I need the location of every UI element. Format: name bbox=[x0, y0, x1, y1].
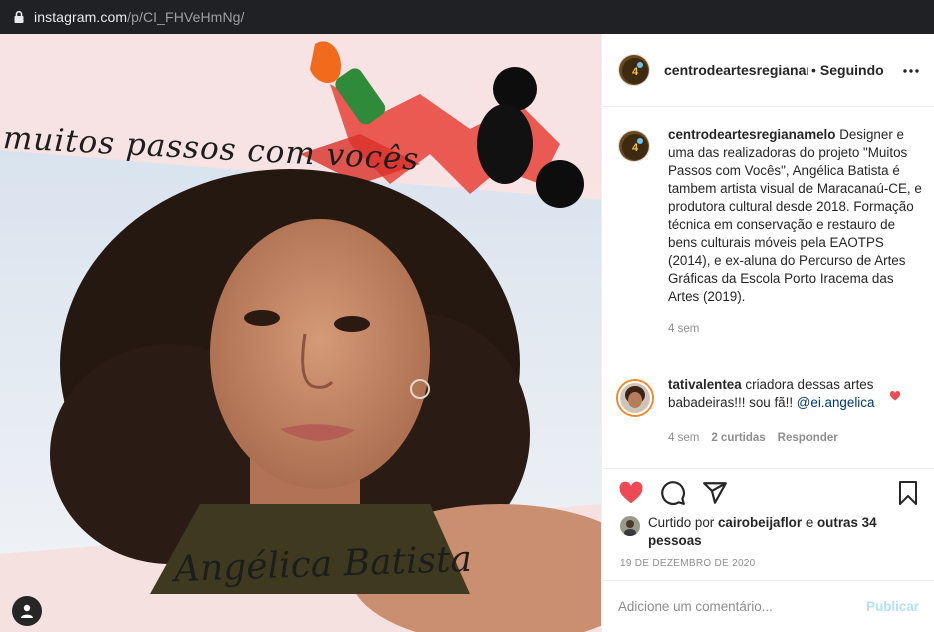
comment-input[interactable] bbox=[618, 599, 859, 614]
separator-dot: • bbox=[811, 62, 816, 78]
likes-text: Curtido por cairobeijaflor e outras 34 p… bbox=[648, 514, 878, 550]
post-details-panel: 4 centrodeartesregianam • Seguindo 4 cen… bbox=[601, 34, 934, 632]
likes-prefix: Curtido por bbox=[648, 515, 715, 530]
avatar[interactable]: 4 bbox=[618, 130, 650, 162]
avatar[interactable] bbox=[620, 516, 640, 536]
post-date[interactable]: 19 DE DEZEMBRO DE 2020 bbox=[620, 558, 756, 569]
share-icon[interactable] bbox=[702, 480, 728, 506]
post-header: 4 centrodeartesregianam • Seguindo bbox=[602, 34, 934, 107]
heart-icon[interactable] bbox=[889, 390, 901, 402]
post-caption: 4 centrodeartesregianamelo Designer e um… bbox=[618, 126, 923, 338]
url-text[interactable]: instagram.com/p/CI_FHVeHmNg/ bbox=[34, 9, 245, 25]
comment-body: tativalentea criadora dessas artes babad… bbox=[668, 376, 878, 415]
comment-item: tativalentea criadora dessas artes babad… bbox=[618, 376, 923, 415]
post-image[interactable]: muitos passos com vocês Angélica Batista bbox=[0, 34, 601, 632]
svg-text:4: 4 bbox=[632, 142, 639, 154]
following-button[interactable]: Seguindo bbox=[820, 62, 884, 78]
add-comment-box: Publicar bbox=[602, 580, 934, 632]
avatar[interactable] bbox=[618, 381, 652, 415]
heart-icon[interactable] bbox=[618, 480, 644, 506]
comment-likes[interactable]: 2 curtidas bbox=[711, 432, 765, 444]
commenter-avatar-icon bbox=[620, 383, 650, 413]
liker-avatar-icon bbox=[620, 516, 640, 536]
caption-text: Designer e uma das realizadoras do proje… bbox=[668, 127, 922, 304]
caption-username[interactable]: centrodeartesregianamelo bbox=[668, 127, 835, 142]
comment-icon[interactable] bbox=[660, 480, 686, 506]
comment-time[interactable]: 4 sem bbox=[668, 432, 699, 444]
caption-body: centrodeartesregianamelo Designer e uma … bbox=[668, 126, 923, 338]
comment-actions: 4 sem 2 curtidas Responder bbox=[668, 432, 838, 444]
divider bbox=[602, 468, 934, 469]
account-logo-icon: 4 bbox=[619, 55, 649, 85]
comment-username[interactable]: tativalentea bbox=[668, 377, 742, 392]
post-actions bbox=[618, 480, 728, 506]
post-author-username[interactable]: centrodeartesregianam bbox=[664, 62, 808, 78]
more-options-icon[interactable] bbox=[903, 64, 919, 78]
reply-button[interactable]: Responder bbox=[778, 432, 838, 444]
publish-button[interactable]: Publicar bbox=[866, 599, 919, 614]
caption-time[interactable]: 4 sem bbox=[668, 320, 923, 338]
account-logo-icon: 4 bbox=[619, 131, 649, 161]
avatar[interactable]: 4 bbox=[618, 54, 650, 86]
likes-connector: e bbox=[805, 515, 814, 530]
tagged-profile-button[interactable] bbox=[12, 596, 42, 626]
browser-address-bar[interactable]: instagram.com/p/CI_FHVeHmNg/ bbox=[0, 0, 934, 34]
svg-text:4: 4 bbox=[632, 66, 639, 78]
lock-icon bbox=[14, 10, 24, 23]
profile-icon bbox=[21, 604, 33, 618]
bookmark-icon[interactable] bbox=[896, 480, 920, 506]
likes-summary: Curtido por cairobeijaflor e outras 34 p… bbox=[620, 514, 878, 550]
liker-username[interactable]: cairobeijaflor bbox=[718, 515, 802, 530]
comment-mention[interactable]: @ei.angelica bbox=[797, 395, 875, 410]
